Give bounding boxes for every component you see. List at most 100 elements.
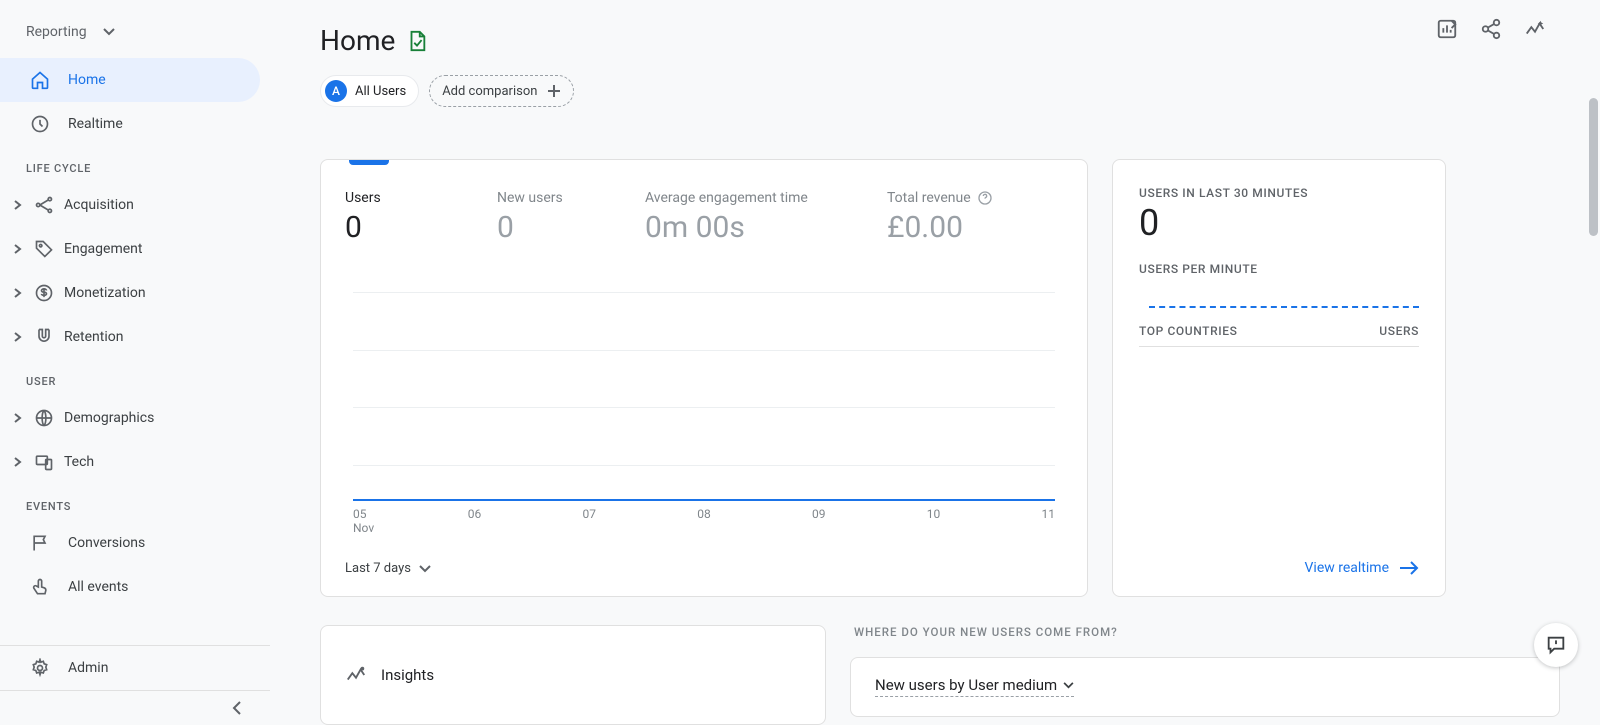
caret-right-icon <box>14 332 24 342</box>
sidebar-item-label: Retention <box>64 329 124 345</box>
sidebar-item-label: Admin <box>68 660 108 676</box>
dollar-circle-icon <box>32 283 56 303</box>
sidebar-item-engagement[interactable]: Engagement <box>0 227 260 271</box>
insights-sparkle-icon[interactable] <box>1524 18 1546 40</box>
report-switcher[interactable]: Reporting <box>0 0 270 58</box>
view-realtime-link[interactable]: View realtime <box>1305 560 1419 576</box>
sidebar-item-retention[interactable]: Retention <box>0 315 260 359</box>
sidebar-item-all-events[interactable]: All events <box>0 565 260 609</box>
segment-label: All Users <box>355 84 406 99</box>
metric-label-text: Total revenue <box>887 190 971 206</box>
x-tick: 07 <box>583 507 597 521</box>
add-comparison-label: Add comparison <box>442 84 537 99</box>
sidebar-item-label: Home <box>68 72 106 88</box>
sidebar-item-label: Acquisition <box>64 197 134 213</box>
sidebar-item-realtime[interactable]: Realtime <box>0 102 260 146</box>
realtime-users-value: 0 <box>1139 202 1419 244</box>
view-realtime-label: View realtime <box>1305 560 1389 576</box>
metric-label: Average engagement time <box>645 190 835 206</box>
chart-month-label: Nov <box>353 521 1063 535</box>
sidebar-item-acquisition[interactable]: Acquisition <box>0 183 260 227</box>
insights-card[interactable]: Insights <box>320 625 826 725</box>
sources-card: New users by User medium <box>850 657 1560 717</box>
segment-chip-all-users[interactable]: A All Users <box>320 75 419 107</box>
magnet-icon <box>32 327 56 347</box>
toolbar-icons <box>1436 18 1546 40</box>
metric-label: Total revenue <box>887 190 993 206</box>
segment-badge: A <box>325 80 347 102</box>
page-title: Home <box>320 24 395 57</box>
metric-value: 0 <box>345 210 437 245</box>
verified-page-icon <box>407 30 427 52</box>
overview-metrics-card: Users 0 New users 0 Average engagement t… <box>320 159 1088 597</box>
sidebar-item-label: Monetization <box>64 285 146 301</box>
customize-report-icon[interactable] <box>1436 18 1458 40</box>
collapse-sidebar-button[interactable] <box>0 690 270 725</box>
plus-icon <box>547 84 561 98</box>
sidebar-item-home[interactable]: Home <box>0 58 260 102</box>
sidebar-item-label: Tech <box>64 454 94 470</box>
metric-avg-engagement[interactable]: Average engagement time 0m 00s <box>645 176 835 245</box>
segment-row: A All Users Add comparison <box>320 75 1560 107</box>
caret-right-icon <box>14 200 24 210</box>
feedback-button[interactable] <box>1534 623 1578 667</box>
metric-total-revenue[interactable]: Total revenue £0.00 <box>887 176 993 245</box>
sidebar-item-tech[interactable]: Tech <box>0 440 260 484</box>
metric-users[interactable]: Users 0 <box>345 176 437 245</box>
arrow-right-icon <box>1399 561 1419 575</box>
clock-icon <box>28 114 52 134</box>
sidebar-item-label: Engagement <box>64 241 142 257</box>
realtime-heading: USERS IN LAST 30 MINUTES <box>1139 186 1419 200</box>
share-icon[interactable] <box>1480 18 1502 40</box>
help-circle-icon[interactable] <box>977 190 993 206</box>
realtime-table-header: TOP COUNTRIES USERS <box>1139 324 1419 347</box>
share-nodes-icon <box>32 195 56 215</box>
caret-down-icon <box>103 28 115 36</box>
x-tick: 10 <box>927 507 941 521</box>
caret-down-icon <box>419 565 431 573</box>
sidebar-item-demographics[interactable]: Demographics <box>0 396 260 440</box>
sources-heading: WHERE DO YOUR NEW USERS COME FROM? <box>854 625 1560 639</box>
metric-value: £0.00 <box>887 210 993 245</box>
date-range-picker[interactable]: Last 7 days <box>345 561 1063 576</box>
main-content: Home A All Users Add comparison <box>270 0 1600 725</box>
gear-icon <box>28 658 52 678</box>
caret-right-icon <box>14 244 24 254</box>
section-label-user: USER <box>0 359 270 396</box>
sidebar-item-conversions[interactable]: Conversions <box>0 521 260 565</box>
sidebar: Reporting Home Realtime LIFE CYCLE <box>0 0 270 725</box>
sidebar-item-admin[interactable]: Admin <box>0 646 270 690</box>
scrollbar[interactable] <box>1589 98 1598 236</box>
realtime-card: USERS IN LAST 30 MINUTES 0 USERS PER MIN… <box>1112 159 1446 597</box>
insights-icon <box>345 664 367 686</box>
sidebar-item-label: Demographics <box>64 410 154 426</box>
sources-dimension-dropdown[interactable]: New users by User medium <box>875 676 1074 697</box>
globe-icon <box>32 408 56 428</box>
table-col-users: USERS <box>1379 324 1419 338</box>
section-label-lifecycle: LIFE CYCLE <box>0 146 270 183</box>
chevron-left-icon <box>232 701 242 715</box>
metric-new-users[interactable]: New users 0 <box>497 176 589 245</box>
realtime-per-minute-heading: USERS PER MINUTE <box>1139 262 1419 276</box>
chart-x-axis: 05 06 07 08 09 10 11 <box>353 507 1055 521</box>
table-col-countries: TOP COUNTRIES <box>1139 324 1237 338</box>
trend-chart <box>353 269 1055 501</box>
caret-right-icon <box>14 413 24 423</box>
feedback-icon <box>1545 634 1567 656</box>
x-tick: 11 <box>1042 507 1056 521</box>
sidebar-footer: Admin <box>0 645 270 725</box>
active-tab-indicator <box>349 160 389 165</box>
home-icon <box>28 70 52 90</box>
flag-icon <box>28 533 52 553</box>
sidebar-item-label: All events <box>68 579 128 595</box>
date-range-label: Last 7 days <box>345 561 411 576</box>
report-switcher-label: Reporting <box>26 24 87 40</box>
metric-label: New users <box>497 190 589 206</box>
x-tick: 05 <box>353 507 367 521</box>
metric-value: 0m 00s <box>645 210 835 245</box>
add-comparison-button[interactable]: Add comparison <box>429 75 574 107</box>
x-tick: 09 <box>812 507 826 521</box>
sources-dropdown-label: New users by User medium <box>875 676 1057 694</box>
x-tick: 06 <box>468 507 482 521</box>
sidebar-item-monetization[interactable]: Monetization <box>0 271 260 315</box>
